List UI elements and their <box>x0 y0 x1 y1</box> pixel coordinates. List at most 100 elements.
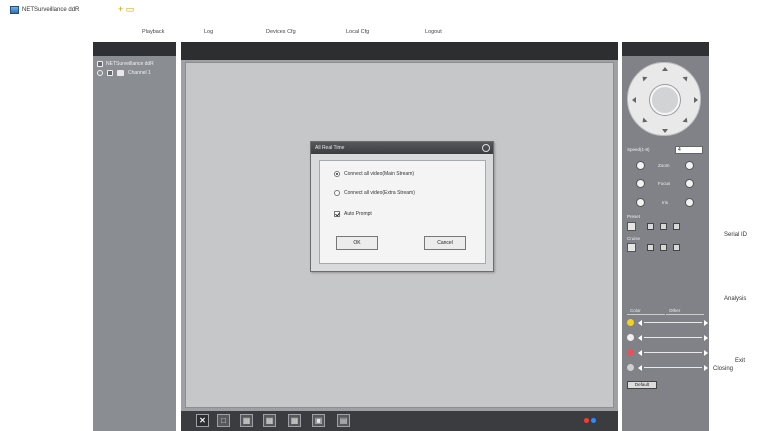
single-view-icon[interactable]: □ <box>217 414 230 427</box>
menu-logout[interactable]: Logout <box>425 29 442 35</box>
goto-preset-icon[interactable] <box>660 223 667 230</box>
close-all-icon[interactable]: ✕ <box>196 414 209 427</box>
stop-cruise-icon[interactable] <box>660 244 667 251</box>
cancel-button[interactable]: Cancel <box>424 236 466 250</box>
extra-stream-option[interactable]: Connect all video(Extra Stream) <box>334 190 415 196</box>
clear-preset-icon[interactable] <box>673 223 680 230</box>
auto-prompt-option[interactable]: Auto Prompt <box>334 211 372 217</box>
slider-track[interactable] <box>644 367 702 368</box>
quad-view-icon[interactable]: ▦ <box>240 414 253 427</box>
up-left-arrow-icon[interactable] <box>640 74 648 82</box>
increase-icon[interactable] <box>704 320 708 326</box>
ptz-joystick[interactable] <box>627 62 701 136</box>
main-stream-label: Connect all video(Main Stream) <box>344 171 415 177</box>
radio-button[interactable] <box>334 171 340 177</box>
status-icon <box>97 70 103 76</box>
exit-annotation: Exit <box>735 358 746 364</box>
down-right-arrow-icon[interactable] <box>682 117 690 125</box>
focus-far-button[interactable] <box>685 179 694 188</box>
ptz-control-panel: Speed(1-8) 4 Zoom Focus Iris Preset Crui… <box>622 42 709 431</box>
hue-icon <box>627 364 634 371</box>
preset-input[interactable] <box>627 222 636 231</box>
app-title: NETSurveillance ddR <box>22 7 80 13</box>
zoom-in-button[interactable] <box>685 161 694 170</box>
tab-color[interactable]: Color <box>627 306 665 315</box>
new-tab-icon[interactable]: + ▭ <box>118 4 134 15</box>
main-stream-option[interactable]: Connect all video(Main Stream) <box>334 171 414 177</box>
start-cruise-icon[interactable] <box>647 244 654 251</box>
tab-other[interactable]: Other <box>666 306 704 315</box>
decrease-icon[interactable] <box>638 320 642 326</box>
video-area: All Real Time Connect all video(Main Str… <box>181 42 618 431</box>
cruise-input[interactable] <box>627 243 636 252</box>
iris-label: Iris <box>662 200 668 205</box>
increase-icon[interactable] <box>704 350 708 356</box>
slider-track[interactable] <box>644 337 702 338</box>
right-arrow-icon[interactable] <box>694 97 698 103</box>
focus-near-button[interactable] <box>636 179 645 188</box>
up-arrow-icon[interactable] <box>662 67 668 71</box>
device-list-panel: NETSurveillance ddR Channel 1 <box>93 42 176 431</box>
contrast-icon <box>627 334 634 341</box>
video-header <box>181 42 618 60</box>
contrast-slider[interactable] <box>627 334 708 342</box>
sixteen-view-icon[interactable]: ▦ <box>288 414 301 427</box>
default-button[interactable]: Default <box>627 381 657 389</box>
saturation-icon <box>627 349 634 356</box>
slider-track[interactable] <box>644 352 702 353</box>
iris-open-button[interactable] <box>685 198 694 207</box>
up-right-arrow-icon[interactable] <box>682 74 690 82</box>
speed-label: Speed(1-8) <box>627 147 650 152</box>
dialog-title-bar: All Real Time <box>311 142 493 154</box>
extra-stream-label: Connect all video(Extra Stream) <box>344 190 415 196</box>
slider-track[interactable] <box>644 322 702 323</box>
speed-value: 4 <box>678 147 681 153</box>
cruise-label: Cruise <box>627 236 641 241</box>
close-icon[interactable] <box>482 144 490 152</box>
radio-button[interactable] <box>334 190 340 196</box>
menu-log[interactable]: Log <box>204 29 213 35</box>
menu-playback[interactable]: Playback <box>142 29 164 35</box>
down-arrow-icon[interactable] <box>662 129 668 133</box>
iris-close-button[interactable] <box>636 198 645 207</box>
increase-icon[interactable] <box>704 335 708 341</box>
set-preset-icon[interactable] <box>647 223 654 230</box>
checkbox[interactable] <box>334 211 340 217</box>
ptz-center-button[interactable] <box>650 85 680 115</box>
ok-button[interactable]: OK <box>336 236 378 250</box>
expand-icon[interactable] <box>97 61 103 67</box>
analysis-annotation: Analysis <box>724 296 747 302</box>
down-left-arrow-icon[interactable] <box>640 117 648 125</box>
device-label: Channel 1 <box>128 70 151 76</box>
connection-status-icon <box>591 418 596 423</box>
app-tab[interactable]: NETSurveillance ddR <box>10 6 79 14</box>
dialog-body: Connect all video(Main Stream) Connect a… <box>319 160 486 264</box>
snapshot-icon[interactable]: ▤ <box>337 414 350 427</box>
device-tree-root-label: NETSurveillance ddR <box>106 61 154 67</box>
closing-annotation: Closing <box>713 366 734 372</box>
brightness-slider[interactable] <box>627 319 708 327</box>
app-icon <box>10 6 19 14</box>
nine-view-icon[interactable]: ▦ <box>263 414 276 427</box>
app-window: NETSurveillance ddR + ▭ Playback Log Dev… <box>0 0 769 431</box>
increase-icon[interactable] <box>704 365 708 371</box>
saturation-slider[interactable] <box>627 349 708 357</box>
left-arrow-icon[interactable] <box>632 97 636 103</box>
zoom-out-button[interactable] <box>636 161 645 170</box>
checkbox-icon[interactable] <box>107 70 113 76</box>
full-screen-icon[interactable]: ▣ <box>312 414 325 427</box>
hue-slider[interactable] <box>627 364 708 372</box>
decrease-icon[interactable] <box>638 335 642 341</box>
device-tree-root[interactable]: NETSurveillance ddR <box>93 56 176 67</box>
zoom-label: Zoom <box>658 163 670 168</box>
menu-devices-cfg[interactable]: Devices Cfg <box>266 29 296 35</box>
focus-label: Focus <box>658 181 671 186</box>
decrease-icon[interactable] <box>638 350 642 356</box>
device-tree-item[interactable]: Channel 1 <box>93 67 176 76</box>
decrease-icon[interactable] <box>638 365 642 371</box>
menu-local-cfg[interactable]: Local Cfg <box>346 29 369 35</box>
speed-select[interactable]: 4 <box>675 146 703 154</box>
camera-icon <box>117 70 124 76</box>
auto-prompt-label: Auto Prompt <box>344 211 372 217</box>
cruise-settings-icon[interactable] <box>673 244 680 251</box>
